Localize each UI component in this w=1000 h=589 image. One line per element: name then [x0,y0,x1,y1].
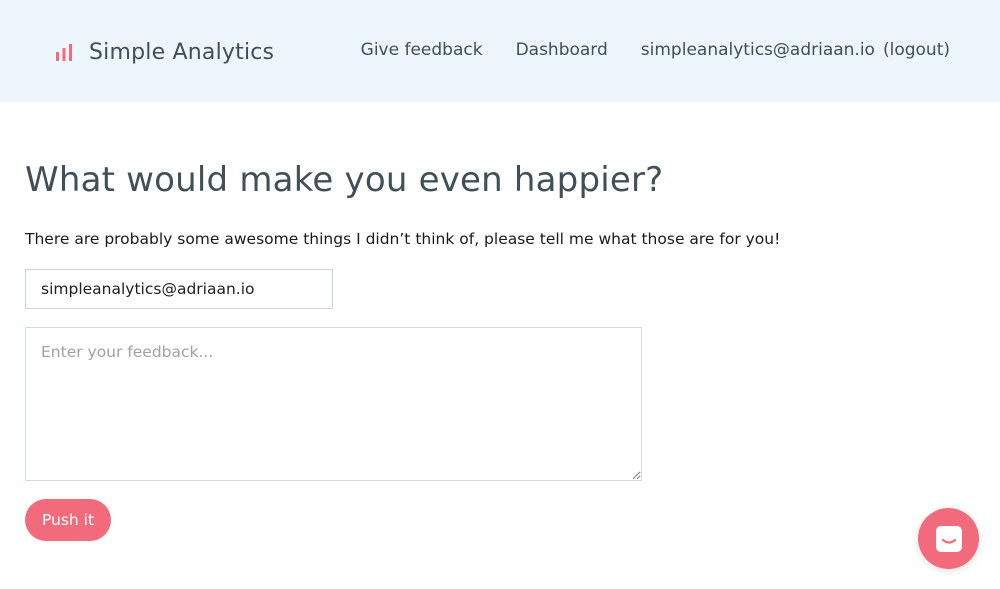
push-it-button[interactable]: Push it [25,499,111,541]
email-field[interactable] [25,269,333,309]
feedback-textarea[interactable] [25,327,642,481]
brand-logo-link[interactable]: Simple Analytics [54,36,274,68]
chat-icon [935,525,962,552]
nav-dashboard[interactable]: Dashboard [516,40,608,60]
bar-chart-icon [56,44,72,61]
brand-name: Simple Analytics [89,39,275,65]
feedback-form: What would make you even happier? There … [25,150,925,541]
nav-user-email[interactable]: simpleanalytics@adriaan.io [641,40,875,60]
chat-launcher-button[interactable] [918,508,979,569]
nav-give-feedback[interactable]: Give feedback [361,40,483,60]
intro-text: There are probably some awesome things I… [25,230,781,248]
page-title: What would make you even happier? [25,160,664,200]
top-nav: Give feedback Dashboard simpleanalytics@… [361,40,950,60]
logout-link[interactable]: (logout) [883,40,950,60]
site-header: Simple Analytics Give feedback Dashboard… [0,0,1000,102]
